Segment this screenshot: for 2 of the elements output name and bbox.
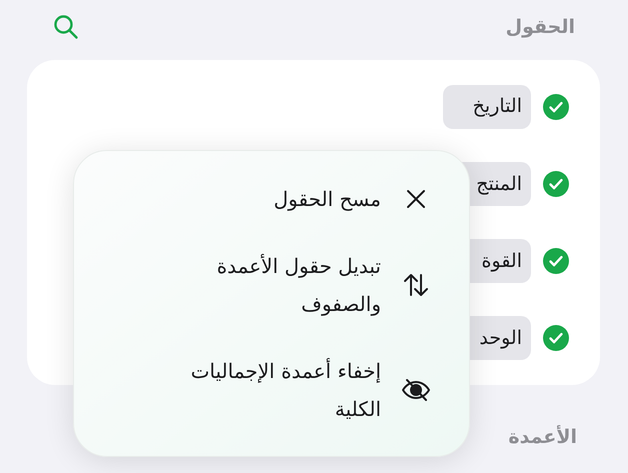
section-heading: الحقول [506,14,575,40]
section-heading: الأعمدة [508,426,577,448]
